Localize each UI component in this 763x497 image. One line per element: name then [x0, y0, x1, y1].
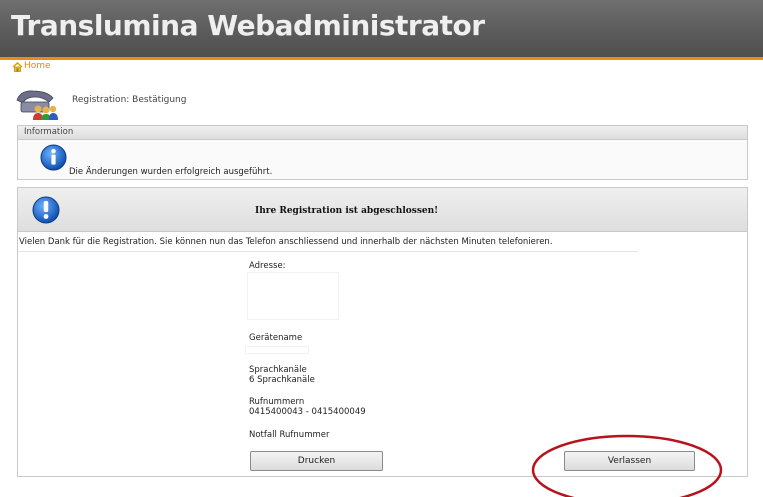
address-label: Adresse: — [249, 261, 286, 271]
top-banner: Translumina Webadministrator — [0, 0, 763, 57]
thanks-message: Vielen Dank für die Registration. Sie kö… — [19, 237, 553, 247]
registration-panel-header: Ihre Registration ist abgeschlossen! — [18, 188, 747, 232]
address-value-blank — [247, 272, 339, 320]
numbers-value: 0415400043 - 0415400049 — [249, 407, 366, 417]
channels-value: 6 Sprachkanäle — [249, 375, 315, 385]
device-name-value-blank — [245, 346, 309, 354]
phone-users-icon — [13, 88, 61, 120]
home-label: Home — [24, 61, 51, 71]
info-panel-header: Information — [18, 126, 747, 140]
home-icon — [12, 57, 23, 76]
info-message: Die Änderungen wurden erfolgreich ausgef… — [69, 167, 273, 177]
channels-label: Sprachkanäle — [249, 365, 307, 375]
numbers-label: Rufnummern — [249, 397, 305, 407]
divider — [18, 251, 638, 252]
info-panel: Information Die Änderungen wurden erfolg… — [17, 125, 748, 180]
app-title: Translumina Webadministrator — [11, 9, 485, 42]
info-icon — [40, 144, 67, 175]
registration-panel: Ihre Registration ist abgeschlossen! Vie… — [17, 187, 748, 477]
header-accent-line — [0, 57, 763, 60]
print-button[interactable]: Drucken — [250, 451, 383, 471]
emergency-number-label: Notfall Rufnummer — [249, 430, 330, 440]
home-link[interactable]: Home — [12, 60, 51, 72]
page-heading: Registration: Bestätigung — [72, 95, 187, 105]
registration-title: Ihre Registration ist abgeschlossen! — [255, 206, 439, 216]
exclamation-icon — [32, 196, 60, 228]
device-name-label: Gerätename — [249, 333, 303, 343]
leave-button[interactable]: Verlassen — [564, 451, 695, 471]
